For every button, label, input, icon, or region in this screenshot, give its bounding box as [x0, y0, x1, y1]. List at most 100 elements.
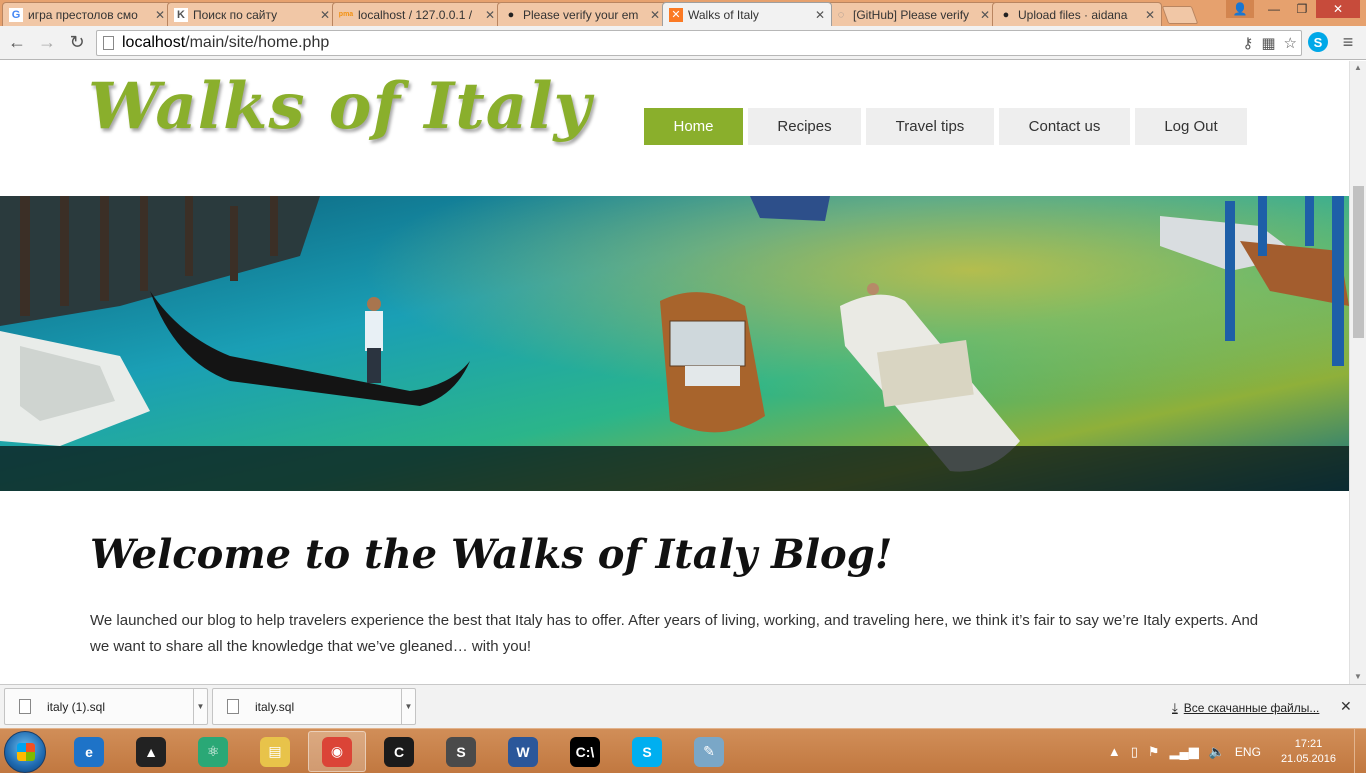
- maximize-button[interactable]: ❐: [1288, 0, 1316, 18]
- new-tab-button[interactable]: [1161, 6, 1199, 24]
- nav-log-out[interactable]: Log Out: [1135, 108, 1247, 145]
- browser-tab[interactable]: ● Please verify your em ✕: [497, 2, 667, 26]
- aimp-icon: ▲: [136, 736, 166, 767]
- chevron-down-icon[interactable]: ▼: [401, 688, 415, 725]
- file-icon: [227, 699, 239, 714]
- clock[interactable]: 17:21 21.05.2016: [1281, 737, 1336, 767]
- browser-tab[interactable]: K Поиск по сайту ✕: [167, 2, 337, 26]
- translate-icon[interactable]: ▦: [1261, 34, 1275, 52]
- flag-icon[interactable]: ⚑: [1148, 744, 1160, 760]
- sublime-text-icon: S: [446, 736, 476, 767]
- kinopoisk-icon: K: [174, 7, 188, 22]
- internet-explorer-icon: e: [74, 736, 104, 767]
- github-icon: ●: [1002, 8, 1010, 21]
- terminal-app-icon: C: [384, 736, 414, 767]
- language-indicator[interactable]: ENG: [1235, 745, 1261, 759]
- close-shelf-button[interactable]: ✕: [1340, 698, 1352, 715]
- browser-titlebar: Gигра престолов смо ✕ K Поиск по сайту ✕ pma l…: [0, 0, 1366, 26]
- volume-icon[interactable]: 🔈: [1209, 744, 1225, 760]
- system-tray: ▲ ▯ ⚑ ▂▄▆ 🔈 ENG 17:21 21.05.2016: [1108, 729, 1366, 773]
- chrome-taskbar-button[interactable]: ◉: [308, 731, 366, 772]
- close-tab-icon[interactable]: ✕: [320, 8, 330, 22]
- browser-tab[interactable]: Gигра престолов смо ✕: [2, 2, 172, 26]
- xampp-icon: ✕: [669, 7, 683, 22]
- url-host: localhost: [122, 34, 186, 51]
- windows-taskbar: e ▲ ⚛ ▤ ◉ C S W C:\ S ✎ ▲ ▯ ⚑ ▂▄▆ 🔈 ENG 17:21 21.0…: [0, 728, 1366, 773]
- window-controls: 👤 — ❐ ✕: [1226, 0, 1360, 18]
- venice-canal-image: [0, 196, 1349, 491]
- forward-button[interactable]: →: [34, 30, 60, 56]
- terminal-app-taskbar-button[interactable]: C: [370, 731, 428, 772]
- start-button[interactable]: [4, 731, 46, 773]
- chevron-down-icon[interactable]: ▼: [193, 688, 207, 725]
- tab-title: Поиск по сайту: [193, 7, 278, 22]
- close-tab-icon[interactable]: ✕: [1145, 8, 1155, 22]
- atom-icon: ⚛: [198, 736, 228, 767]
- show-desktop-button[interactable]: [1354, 729, 1366, 773]
- sublime-text-taskbar-button[interactable]: S: [432, 731, 490, 772]
- scroll-up-arrow-icon[interactable]: ▲: [1350, 61, 1366, 75]
- profile-icon[interactable]: 👤: [1226, 0, 1254, 18]
- clock-time: 17:21: [1294, 737, 1323, 750]
- chrome-menu-icon[interactable]: ≡: [1338, 32, 1358, 52]
- file-explorer-icon: ▤: [260, 736, 290, 767]
- minimize-button[interactable]: —: [1260, 0, 1288, 18]
- download-item[interactable]: italy (1).sql ▼: [4, 688, 208, 725]
- close-window-button[interactable]: ✕: [1316, 0, 1360, 18]
- browser-toolbar: ← → ↻ localhost/main/site/home.php ⚷ ▦ ☆…: [0, 26, 1366, 60]
- show-hidden-icons[interactable]: ▲: [1108, 744, 1121, 759]
- download-shelf: italy (1).sql ▼ italy.sql ▼ ⤓ Все скачан…: [0, 684, 1366, 728]
- aimp-taskbar-button[interactable]: ▲: [122, 731, 180, 772]
- download-icon: ⤓: [1172, 700, 1178, 715]
- site-logo[interactable]: Walks of Italy: [88, 69, 592, 144]
- paint-taskbar-button[interactable]: ✎: [680, 731, 738, 772]
- nav-travel-tips[interactable]: Travel tips: [866, 108, 994, 145]
- phpmyadmin-icon: pma: [338, 11, 354, 18]
- close-tab-icon[interactable]: ✕: [485, 8, 495, 22]
- browser-tab[interactable]: ● Upload files · aidana ✕: [992, 2, 1162, 26]
- address-bar[interactable]: localhost/main/site/home.php ⚷ ▦ ☆: [96, 30, 1302, 56]
- download-item[interactable]: italy.sql ▼: [212, 688, 416, 725]
- tab-title: Please verify your em: [523, 7, 639, 22]
- nav-home[interactable]: Home: [644, 108, 743, 145]
- scrollbar-thumb[interactable]: [1353, 186, 1364, 338]
- scroll-down-arrow-icon[interactable]: ▼: [1350, 670, 1366, 684]
- file-explorer-taskbar-button[interactable]: ▤: [246, 731, 304, 772]
- close-tab-icon[interactable]: ✕: [650, 8, 660, 22]
- skype-extension-icon[interactable]: S: [1308, 32, 1328, 52]
- browser-tab[interactable]: ✕ Walks of Italy ✕: [662, 2, 832, 26]
- word-taskbar-button[interactable]: W: [494, 731, 552, 772]
- close-tab-icon[interactable]: ✕: [155, 8, 165, 22]
- browser-tab[interactable]: pma localhost / 127.0.0.1 / ✕: [332, 2, 502, 26]
- tab-title: [GitHub] Please verify: [853, 7, 970, 22]
- atom-taskbar-button[interactable]: ⚛: [184, 731, 242, 772]
- show-all-downloads-link[interactable]: ⤓ Все скачанные файлы...: [1172, 700, 1319, 716]
- page-scrollbar[interactable]: ▲ ▼: [1349, 61, 1366, 684]
- close-tab-icon[interactable]: ✕: [980, 8, 990, 22]
- nav-recipes[interactable]: Recipes: [748, 108, 861, 145]
- paint-icon: ✎: [694, 736, 724, 767]
- page-icon: [103, 36, 114, 50]
- cmd-taskbar-button[interactable]: C:\: [556, 731, 614, 772]
- intro-paragraph: We launched our blog to help travelers e…: [90, 612, 1259, 655]
- chrome-icon: ◉: [322, 736, 352, 767]
- key-icon[interactable]: ⚷: [1242, 34, 1253, 52]
- network-icon[interactable]: ▂▄▆: [1170, 744, 1199, 760]
- hero-image: [0, 196, 1349, 491]
- main-nav: Home Recipes Travel tips Contact us Log …: [644, 108, 1252, 145]
- bookmark-star-icon[interactable]: ☆: [1284, 34, 1297, 52]
- tab-title: Upload files · aidana: [1018, 7, 1128, 22]
- nav-contact-us[interactable]: Contact us: [999, 108, 1130, 145]
- back-button[interactable]: ←: [4, 30, 30, 56]
- loading-icon: ◌: [837, 8, 845, 21]
- tab-title: игра престолов смо: [28, 7, 138, 22]
- reload-button[interactable]: ↻: [64, 30, 90, 56]
- internet-explorer-taskbar-button[interactable]: e: [60, 731, 118, 772]
- skype-taskbar-button[interactable]: S: [618, 731, 676, 772]
- close-tab-icon[interactable]: ✕: [815, 8, 825, 22]
- skype-icon: S: [632, 736, 662, 767]
- battery-icon[interactable]: ▯: [1131, 744, 1138, 760]
- browser-tab[interactable]: ◌ [GitHub] Please verify ✕: [827, 2, 997, 26]
- welcome-heading: Welcome to the Walks of Italy Blog!: [90, 531, 893, 578]
- file-icon: [19, 699, 31, 714]
